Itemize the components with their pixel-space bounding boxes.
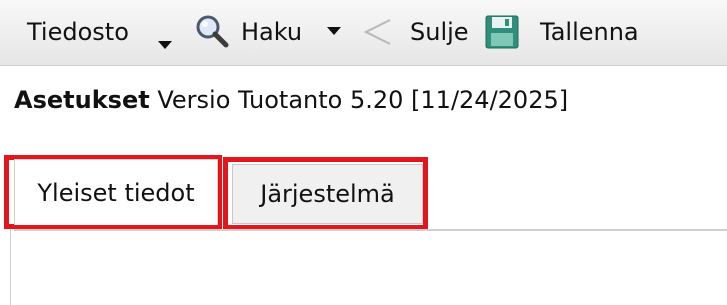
back-arrow-icon[interactable]	[360, 0, 396, 64]
tab-system[interactable]: Järjestelmä	[232, 164, 423, 224]
version-text: Versio Tuotanto 5.20 [11/24/2025]	[157, 86, 569, 114]
file-menu-label: Tiedosto	[27, 18, 129, 46]
close-button[interactable]: Sulje	[410, 0, 469, 64]
chevron-down-icon	[158, 27, 172, 55]
file-menu[interactable]: Tiedosto	[27, 0, 172, 64]
toolbar: Tiedosto Haku Sulje Tallenna	[0, 0, 727, 66]
chevron-down-icon[interactable]	[327, 27, 341, 35]
search-menu-label: Haku	[241, 18, 303, 46]
page-title: Asetukset	[14, 86, 150, 114]
close-button-label: Sulje	[410, 18, 469, 46]
content-border	[10, 229, 11, 305]
tab-label: Yleiset tiedot	[37, 178, 195, 207]
tab-label: Järjestelmä	[260, 180, 395, 208]
page-header: Asetukset Versio Tuotanto 5.20 [11/24/20…	[14, 86, 568, 114]
magnifier-icon[interactable]	[193, 0, 233, 64]
floppy-disk-icon[interactable]	[484, 0, 520, 64]
save-button-label: Tallenna	[540, 18, 639, 46]
tab-general-info[interactable]: Yleiset tiedot	[14, 159, 218, 225]
search-menu[interactable]: Haku	[241, 0, 302, 64]
save-button[interactable]: Tallenna	[540, 0, 639, 64]
content-divider	[14, 229, 727, 231]
